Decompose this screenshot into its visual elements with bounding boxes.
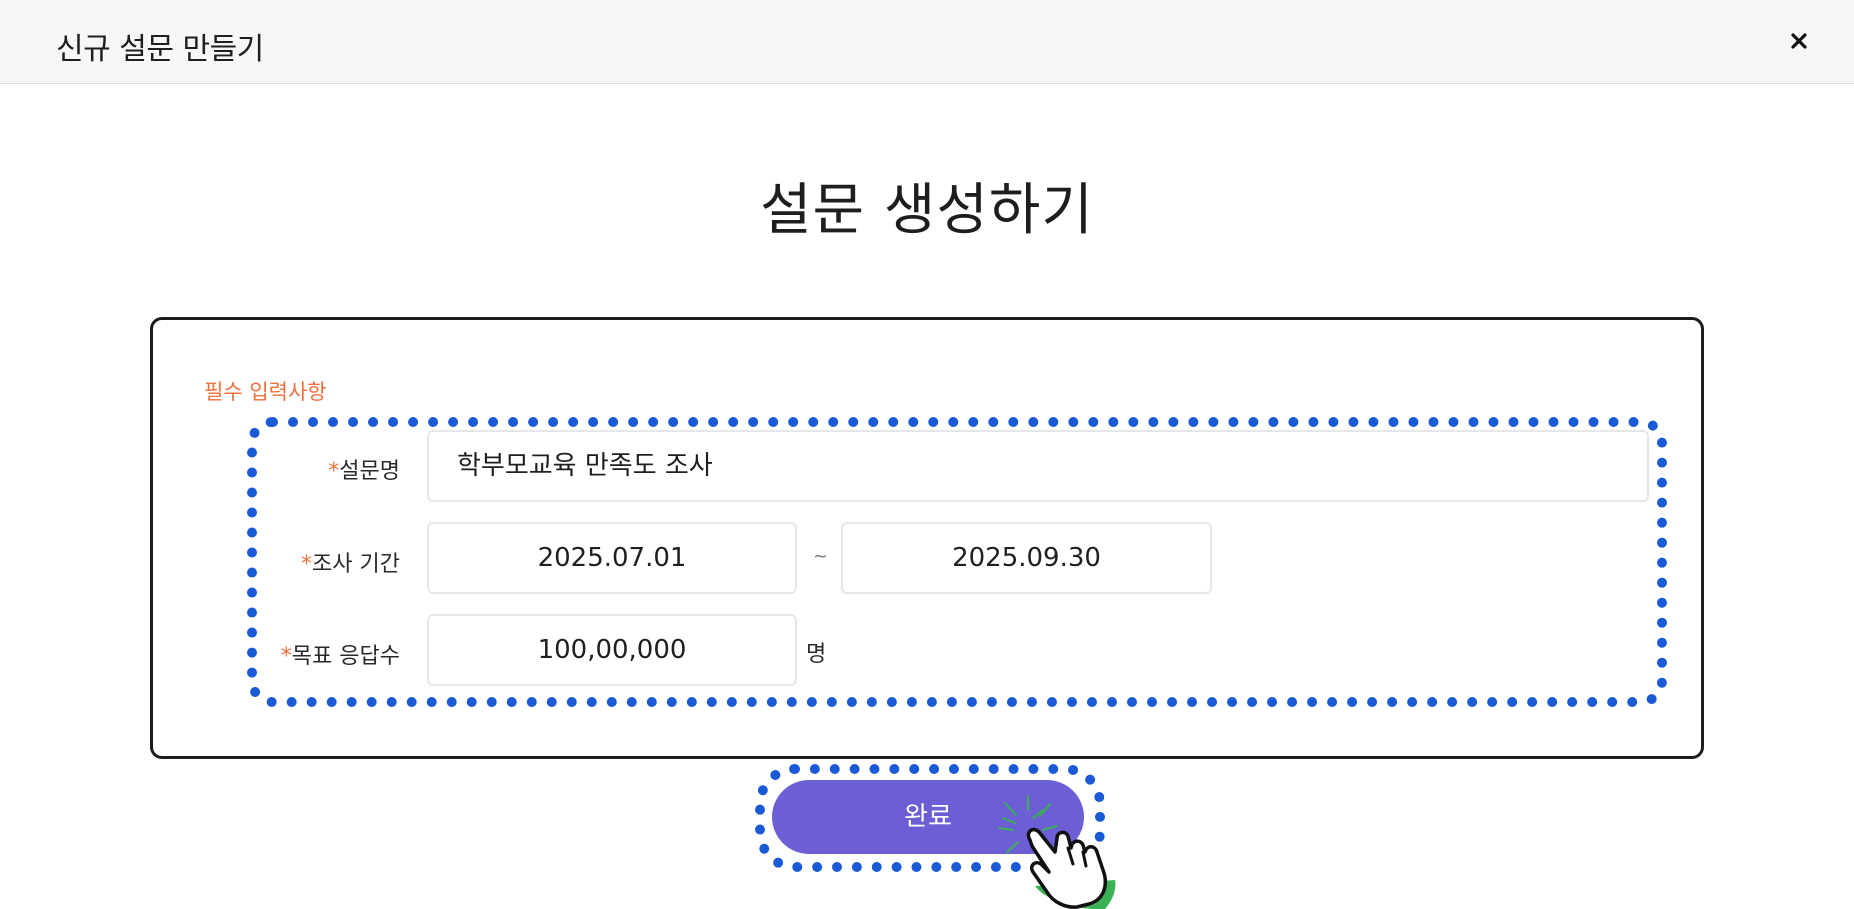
hand-pointer-icon bbox=[985, 790, 1145, 909]
required-note: 필수 입력사항 bbox=[204, 380, 327, 404]
close-button[interactable] bbox=[1784, 26, 1814, 56]
dialog-title: 신규 설문 만들기 bbox=[56, 32, 264, 67]
dialog-header: 신규 설문 만들기 bbox=[0, 0, 1854, 84]
close-icon bbox=[1791, 33, 1807, 49]
form-highlight-frame bbox=[247, 417, 1667, 707]
page-title: 설문 생성하기 bbox=[760, 178, 1094, 243]
